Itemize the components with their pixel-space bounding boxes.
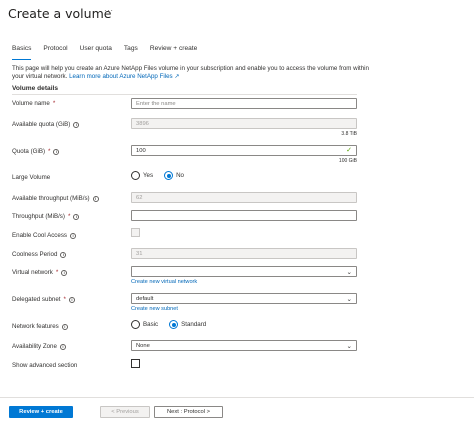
quota-label-text: Quota (GiB) bbox=[12, 148, 46, 155]
available-throughput-value: 62 bbox=[136, 194, 143, 201]
learn-more-link[interactable]: Learn more about Azure NetApp Files ↗ bbox=[69, 73, 179, 80]
section-title: Volume details bbox=[12, 85, 59, 92]
large-volume-label-text: Large Volume bbox=[12, 174, 51, 181]
large-volume-radio-group: Yes No bbox=[131, 171, 192, 180]
throughput-label: Throughput (MiB/s) * i bbox=[12, 213, 80, 220]
quota-input[interactable]: 100 ✓ bbox=[131, 145, 357, 156]
virtual-network-select[interactable]: ⌄ bbox=[131, 266, 357, 277]
required-marker: * bbox=[52, 100, 56, 107]
large-volume-yes-radio[interactable] bbox=[131, 171, 140, 180]
quota-hint: 100 GiB bbox=[338, 158, 357, 164]
available-quota-label-text: Available quota (GiB) bbox=[12, 121, 71, 128]
quota-label: Quota (GiB) * i bbox=[12, 148, 60, 155]
cool-access-label: Enable Cool Access i bbox=[12, 232, 77, 239]
required-marker: * bbox=[63, 296, 66, 303]
delegated-subnet-label-text: Delegated subnet bbox=[12, 296, 61, 303]
show-advanced-label-text: Show advanced section bbox=[12, 362, 78, 369]
available-quota-label: Available quota (GiB) i bbox=[12, 121, 80, 128]
throughput-label-text: Throughput (MiB/s) bbox=[12, 213, 65, 220]
cool-access-checkbox[interactable] bbox=[131, 228, 140, 237]
tab-bar: Basics Protocol User quota Tags Review +… bbox=[12, 45, 209, 60]
quota-value: 100 bbox=[136, 147, 146, 154]
create-subnet-link[interactable]: Create new subnet bbox=[131, 306, 178, 312]
available-quota-field: 3896 bbox=[131, 118, 357, 129]
availability-zone-value: None bbox=[136, 342, 150, 349]
delegated-subnet-label: Delegated subnet * i bbox=[12, 296, 75, 303]
volume-name-placeholder: Enter the name bbox=[136, 100, 176, 107]
throughput-input[interactable] bbox=[131, 210, 357, 221]
cool-access-label-text: Enable Cool Access bbox=[12, 232, 68, 239]
virtual-network-label: Virtual network * i bbox=[12, 269, 68, 276]
info-icon[interactable]: i bbox=[61, 323, 68, 330]
review-create-button[interactable]: Review + create bbox=[9, 406, 73, 418]
chevron-down-icon: ⌄ bbox=[346, 269, 352, 276]
network-features-label-text: Network features bbox=[12, 323, 59, 330]
availability-zone-select[interactable]: None ⌄ bbox=[131, 340, 357, 351]
show-advanced-checkbox[interactable] bbox=[131, 359, 140, 368]
available-throughput-field: 62 bbox=[131, 192, 357, 203]
info-icon[interactable]: i bbox=[92, 195, 99, 202]
info-icon[interactable]: i bbox=[53, 148, 60, 155]
volume-name-label-text: Volume name bbox=[12, 100, 50, 107]
available-throughput-label-text: Available throughput (MiB/s) bbox=[12, 195, 90, 202]
coolness-period-label: Coolness Period i bbox=[12, 251, 67, 258]
available-quota-hint: 3.8 TiB bbox=[341, 131, 357, 137]
virtual-network-label-text: Virtual network bbox=[12, 269, 53, 276]
info-icon[interactable]: i bbox=[61, 269, 68, 276]
chevron-down-icon: ⌄ bbox=[346, 343, 352, 350]
page-title: Create a volume bbox=[8, 6, 112, 21]
next-protocol-button[interactable]: Next : Protocol > bbox=[154, 406, 223, 418]
info-icon[interactable]: i bbox=[73, 121, 80, 128]
required-marker: * bbox=[55, 269, 59, 276]
large-volume-label: Large Volume bbox=[12, 174, 50, 181]
required-marker: * bbox=[48, 148, 51, 155]
availability-zone-label: Availability Zone i bbox=[12, 343, 66, 350]
show-advanced-label: Show advanced section bbox=[12, 362, 77, 369]
network-standard-label: Standard bbox=[181, 321, 207, 328]
large-volume-yes-label: Yes bbox=[143, 172, 154, 179]
coolness-period-value: 31 bbox=[136, 250, 143, 257]
large-volume-no-radio[interactable] bbox=[164, 171, 174, 180]
tab-basics[interactable]: Basics bbox=[12, 45, 32, 60]
network-features-label: Network features i bbox=[12, 323, 68, 330]
network-basic-label: Basic bbox=[143, 321, 159, 328]
intro-text: This page will help you create an Azure … bbox=[12, 65, 372, 81]
more-options-icon[interactable]: ··· bbox=[104, 6, 114, 15]
volume-name-input[interactable]: Enter the name bbox=[131, 98, 357, 109]
info-icon[interactable]: i bbox=[68, 296, 75, 303]
available-throughput-label: Available throughput (MiB/s) i bbox=[12, 195, 99, 202]
coolness-period-field: 31 bbox=[131, 248, 357, 259]
tab-tags[interactable]: Tags bbox=[124, 45, 138, 59]
availability-zone-label-text: Availability Zone bbox=[12, 343, 57, 350]
network-features-radio-group: Basic Standard bbox=[131, 320, 214, 329]
chevron-down-icon: ⌄ bbox=[346, 296, 352, 303]
previous-button[interactable]: < Previous bbox=[100, 406, 150, 418]
footer-divider bbox=[0, 397, 474, 398]
network-basic-radio[interactable] bbox=[131, 320, 140, 329]
tab-review-create[interactable]: Review + create bbox=[150, 45, 197, 59]
large-volume-no-label: No bbox=[176, 172, 185, 179]
volume-name-label: Volume name * bbox=[12, 100, 55, 107]
info-icon[interactable]: i bbox=[60, 251, 67, 258]
delegated-subnet-select[interactable]: default ⌄ bbox=[131, 293, 357, 304]
section-divider bbox=[12, 94, 357, 95]
network-standard-radio[interactable] bbox=[169, 320, 179, 329]
info-icon[interactable]: i bbox=[70, 232, 77, 239]
delegated-subnet-value: default bbox=[136, 295, 154, 302]
available-quota-value: 3896 bbox=[136, 120, 149, 127]
info-icon[interactable]: i bbox=[73, 213, 80, 220]
tab-user-quota[interactable]: User quota bbox=[80, 45, 112, 59]
required-marker: * bbox=[67, 213, 71, 220]
info-icon[interactable]: i bbox=[59, 343, 66, 350]
checkmark-icon: ✓ bbox=[346, 147, 352, 154]
tab-protocol[interactable]: Protocol bbox=[43, 45, 67, 59]
intro-description: This page will help you create an Azure … bbox=[12, 65, 369, 81]
create-virtual-network-link[interactable]: Create new virtual network bbox=[131, 279, 197, 285]
coolness-period-label-text: Coolness Period bbox=[12, 251, 58, 258]
